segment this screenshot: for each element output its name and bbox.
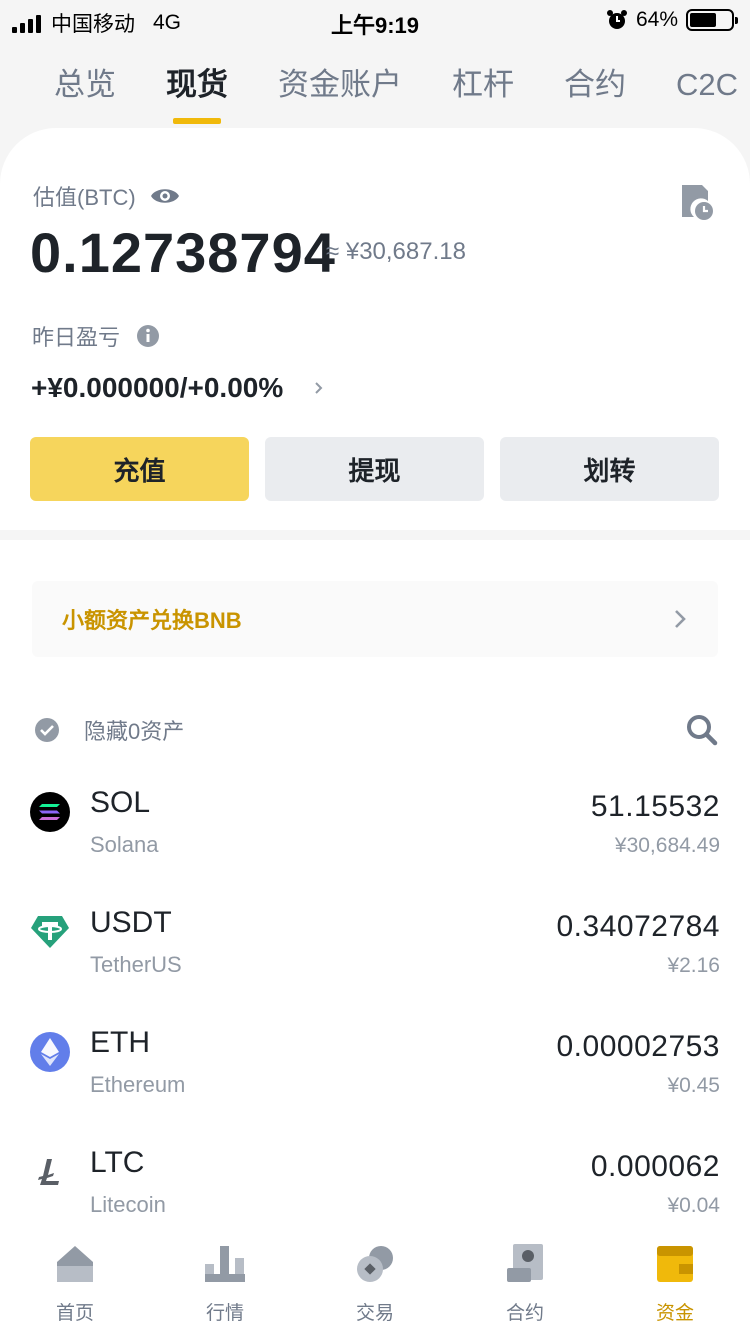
nav-markets[interactable]: 行情 — [150, 1234, 300, 1334]
solana-icon — [30, 792, 70, 832]
tab-overview[interactable]: 总览 — [54, 60, 116, 120]
history-icon[interactable] — [680, 183, 714, 221]
alarm-icon — [606, 10, 627, 29]
nav-home[interactable]: 首页 — [0, 1234, 150, 1334]
asset-row-eth[interactable]: ETH Ethereum 0.00002753 ¥0.45 — [30, 1026, 720, 1112]
pnl-label: 昨日盈亏 — [32, 325, 121, 350]
asset-cny-value: ¥2.16 — [667, 954, 720, 977]
battery-percent: 64% — [635, 8, 678, 31]
asset-row-ltc[interactable]: LTC Litecoin 0.000062 ¥0.04 — [30, 1146, 720, 1232]
pnl-row[interactable]: +¥0.000000/+0.00% — [31, 372, 325, 404]
balance-card: 估值(BTC) 0.12738794 ≈ ¥30,687.18 昨日盈亏 +¥0… — [0, 128, 750, 530]
nav-home-label: 首页 — [55, 1303, 94, 1324]
eye-icon[interactable] — [150, 185, 180, 207]
tether-icon — [30, 912, 70, 952]
tab-futures[interactable]: 合约 — [564, 60, 626, 120]
asset-row-sol[interactable]: SOL Solana 51.15532 ¥30,684.49 — [30, 786, 720, 872]
asset-symbol: ETH — [90, 1026, 150, 1059]
search-icon[interactable] — [686, 714, 718, 746]
futures-icon — [507, 1244, 543, 1282]
tab-margin[interactable]: 杠杆 — [452, 60, 514, 120]
chevron-right-icon — [315, 382, 323, 394]
check-circle-icon — [35, 718, 59, 742]
ethereum-icon — [30, 1032, 70, 1072]
nav-futures-label: 合约 — [505, 1303, 544, 1324]
chevron-right-icon — [675, 610, 686, 628]
status-bar: 中国移动 4G 上午9:19 64% — [0, 0, 750, 40]
markets-icon — [205, 1246, 245, 1282]
deposit-button[interactable]: 充值 — [30, 437, 249, 501]
asset-amount: 51.15532 — [590, 790, 720, 823]
asset-cny-value: ¥0.45 — [667, 1074, 720, 1097]
asset-symbol: USDT — [90, 906, 172, 939]
tab-funding[interactable]: 资金账户 — [278, 60, 402, 120]
nav-trade-label: 交易 — [355, 1303, 394, 1324]
asset-amount: 0.000062 — [590, 1150, 720, 1183]
asset-symbol: SOL — [90, 786, 151, 819]
asset-name: TetherUS — [90, 952, 182, 977]
nav-wallet-label: 资金 — [655, 1303, 694, 1324]
wallet-icon — [657, 1246, 693, 1282]
tab-c2c[interactable]: C2C — [676, 60, 738, 120]
asset-name: Ethereum — [90, 1072, 186, 1097]
nav-trade[interactable]: 交易 — [300, 1234, 450, 1334]
nav-wallet[interactable]: 资金 — [600, 1234, 750, 1334]
asset-cny-value: ¥30,684.49 — [614, 834, 720, 857]
convert-label: 小额资产兑换BNB — [62, 608, 242, 633]
litecoin-icon — [30, 1152, 70, 1192]
hide-zero-toggle[interactable]: 隐藏0资产 — [34, 714, 184, 746]
asset-name: Solana — [90, 832, 159, 857]
asset-amount: 0.34072784 — [556, 910, 720, 943]
transfer-button[interactable]: 划转 — [500, 437, 719, 501]
asset-cny-value: ¥0.04 — [667, 1194, 720, 1217]
trade-icon — [357, 1246, 393, 1282]
balance-btc: 0.12738794 — [30, 221, 336, 284]
battery-icon — [686, 9, 738, 31]
tab-spot[interactable]: 现货 — [166, 60, 228, 120]
convert-to-bnb-banner[interactable]: 小额资产兑换BNB — [32, 581, 718, 657]
asset-symbol: LTC — [90, 1146, 145, 1179]
asset-amount: 0.00002753 — [556, 1030, 720, 1063]
asset-name: Litecoin — [90, 1192, 166, 1217]
nav-markets-label: 行情 — [205, 1303, 244, 1324]
estimate-label: 估值(BTC) — [33, 185, 136, 210]
nav-futures[interactable]: 合约 — [450, 1234, 600, 1334]
hide-zero-label: 隐藏0资产 — [84, 719, 185, 744]
withdraw-button[interactable]: 提现 — [265, 437, 484, 501]
balance-cny: ≈ ¥30,687.18 — [326, 238, 466, 265]
bottom-nav: 首页 行情 交易 合约 资金 — [0, 1234, 750, 1334]
account-tabs: 总览 现货 资金账户 杠杆 合约 C2C — [0, 60, 750, 130]
pnl-value: +¥0.000000/+0.00% — [31, 372, 284, 403]
home-icon — [57, 1246, 93, 1282]
filter-row: 隐藏0资产 — [34, 710, 718, 750]
asset-row-usdt[interactable]: USDT TetherUS 0.34072784 ¥2.16 — [30, 906, 720, 992]
info-icon[interactable] — [136, 324, 160, 348]
